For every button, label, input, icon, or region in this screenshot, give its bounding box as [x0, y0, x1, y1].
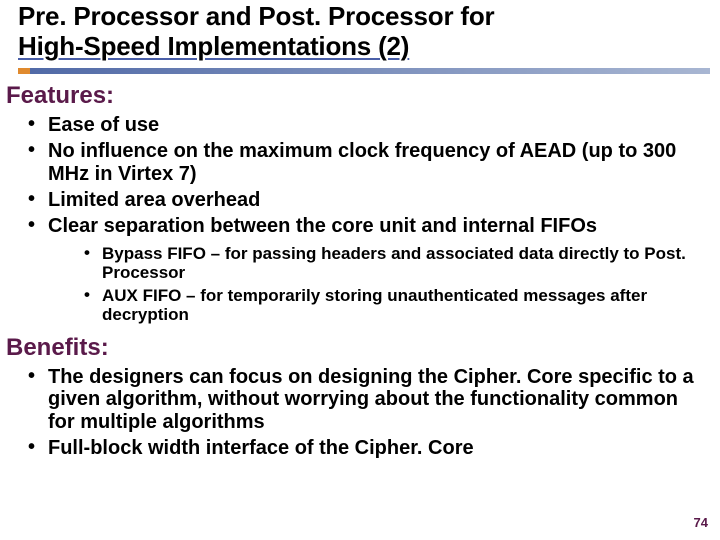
features-heading: Features: [6, 82, 706, 110]
slide: Pre. Processor and Post. Processor for H… [0, 0, 720, 540]
slide-title: Pre. Processor and Post. Processor for H… [18, 2, 710, 62]
list-item-text: Clear separation between the core unit a… [48, 215, 597, 237]
slide-body: Features: Ease of use No influence on th… [0, 74, 720, 462]
benefits-list: The designers can focus on designing the… [48, 364, 706, 462]
list-item: Bypass FIFO – for passing headers and as… [102, 242, 706, 284]
title-block: Pre. Processor and Post. Processor for H… [0, 0, 720, 74]
title-line-1: Pre. Processor and Post. Processor for [18, 1, 494, 31]
title-line-2: High-Speed Implementations (2) [18, 31, 409, 61]
list-item: No influence on the maximum clock freque… [48, 138, 706, 187]
list-item: Full-block width interface of the Cipher… [48, 435, 706, 461]
benefits-heading: Benefits: [6, 334, 706, 362]
page-number: 74 [694, 515, 708, 530]
features-sublist: Bypass FIFO – for passing headers and as… [102, 242, 706, 326]
list-item: Clear separation between the core unit a… [48, 213, 706, 328]
list-item: The designers can focus on designing the… [48, 364, 706, 435]
list-item: AUX FIFO – for temporarily storing unaut… [102, 284, 706, 326]
features-list: Ease of use No influence on the maximum … [48, 112, 706, 328]
list-item: Ease of use [48, 112, 706, 138]
list-item: Limited area overhead [48, 187, 706, 213]
